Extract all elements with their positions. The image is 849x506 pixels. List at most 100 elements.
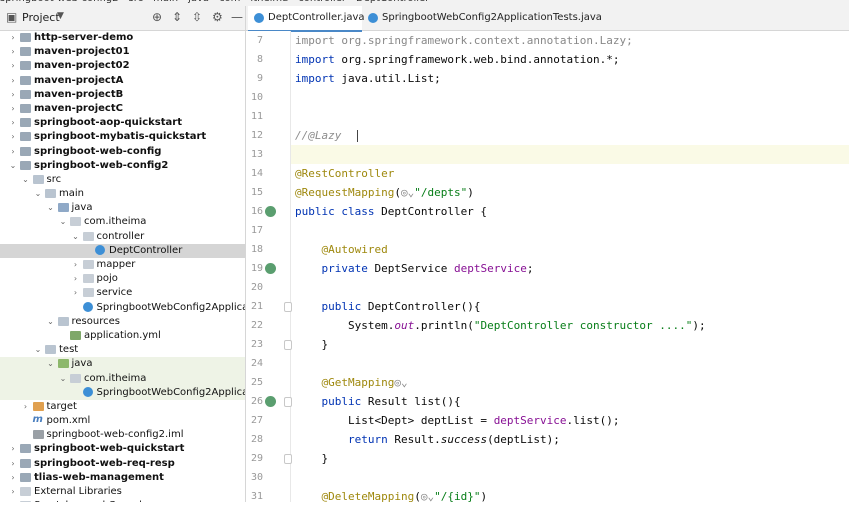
tree-item[interactable]: springboot-web-config2.iml [0,428,245,442]
chevron-right-icon[interactable]: › [8,116,18,130]
code-line[interactable] [291,278,849,297]
tree-item[interactable]: › maven-project02 [0,59,245,73]
breadcrumb-item[interactable]: springboot-web-config2 [0,0,119,4]
code-line[interactable] [291,221,849,240]
code-line[interactable] [291,145,849,164]
code-line[interactable]: } [291,335,849,354]
breadcrumb-item[interactable]: java [188,0,209,4]
tree-item[interactable]: DeptController [0,243,245,258]
tree-item[interactable]: SpringbootWebConfig2Application [0,301,245,315]
breadcrumb-item[interactable]: main [153,0,178,4]
code-line[interactable]: return Result.success(deptList); [291,430,849,449]
tree-item[interactable]: ⌄ controller [0,230,245,244]
chevron-right-icon[interactable]: › [71,272,81,286]
chevron-down-icon[interactable]: ⌄ [71,230,81,244]
tree-item[interactable]: › springboot-web-config [0,145,245,159]
tree-item[interactable]: › tlias-web-management [0,471,245,485]
breadcrumb-item[interactable]: itheima [250,0,288,4]
tree-item[interactable]: › maven-projectB [0,88,245,102]
project-panel-title[interactable]: Project [22,11,60,24]
code-line[interactable]: @DeleteMapping(◎⌄"/{id}") [291,487,849,502]
chevron-down-icon[interactable]: ▼ [57,11,64,21]
code-line[interactable] [291,107,849,126]
tree-item[interactable]: › mapper [0,258,245,272]
chevron-right-icon[interactable]: › [8,145,18,159]
tree-item[interactable]: › springboot-web-quickstart [0,442,245,456]
tree-item[interactable]: › target [0,400,245,414]
code-line[interactable]: System.out.println("DeptController const… [291,316,849,335]
tree-item[interactable]: ⌄ com.itheima [0,215,245,229]
code-line[interactable]: import org.springframework.web.bind.anno… [291,50,849,69]
chevron-right-icon[interactable]: › [8,31,18,45]
code-line[interactable]: import org.springframework.context.annot… [291,31,849,50]
code-editor[interactable]: import org.springframework.context.annot… [291,31,849,502]
tree-item[interactable]: › springboot-mybatis-quickstart [0,130,245,144]
code-line[interactable]: } [291,449,849,468]
tree-item[interactable]: ⌄ main [0,187,245,201]
collapse-all-icon[interactable]: ⇳ [192,10,202,24]
chevron-right-icon[interactable]: › [21,400,31,414]
chevron-right-icon[interactable]: › [8,442,18,456]
tree-item[interactable]: › service [0,286,245,300]
code-line[interactable]: @RequestMapping(◎⌄"/depts") [291,183,849,202]
tree-item[interactable]: › maven-projectA [0,74,245,88]
chevron-right-icon[interactable]: › [8,130,18,144]
tree-item[interactable]: application.yml [0,329,245,343]
chevron-down-icon[interactable]: ⌄ [33,343,43,357]
code-line[interactable]: List<Dept> deptList = deptService.list()… [291,411,849,430]
tree-item[interactable]: › External Libraries [0,485,245,499]
code-line[interactable] [291,354,849,373]
breadcrumb-item[interactable]: controller [298,0,346,4]
tree-item[interactable]: › maven-project01 [0,45,245,59]
tree-item[interactable]: › http-server-demo [0,31,245,45]
spring-bean-icon[interactable] [265,263,276,274]
spring-bean-icon[interactable] [265,396,276,407]
code-line[interactable]: private DeptService deptService; [291,259,849,278]
chevron-down-icon[interactable]: ⌄ [46,201,56,215]
code-line[interactable]: @RestController [291,164,849,183]
chevron-down-icon[interactable]: ⌄ [58,215,68,229]
tree-item[interactable]: SpringbootWebConfig2ApplicationT [0,385,245,400]
tree-item[interactable]: ⌄ test [0,343,245,357]
editor-tab[interactable]: DeptController.java [248,6,365,32]
gear-icon[interactable]: ⚙ [212,10,223,24]
tree-item[interactable]: › pojo [0,272,245,286]
chevron-right-icon[interactable]: › [8,74,18,88]
code-line[interactable]: @GetMapping◎⌄ [291,373,849,392]
chevron-right-icon[interactable]: › [71,286,81,300]
chevron-down-icon[interactable]: ⌄ [21,173,31,187]
tree-item[interactable]: ⌄ resources [0,315,245,329]
hide-icon[interactable]: — [231,10,243,24]
chevron-right-icon[interactable]: › [8,88,18,102]
code-line[interactable]: import java.util.List; [291,69,849,88]
chevron-right-icon[interactable]: › [8,45,18,59]
tree-item[interactable]: ⌄ springboot-web-config2 [0,159,245,173]
chevron-right-icon[interactable]: › [8,471,18,485]
code-line[interactable]: public Result list(){ [291,392,849,411]
expand-all-icon[interactable]: ⇕ [172,10,182,24]
spring-bean-icon[interactable] [265,206,276,217]
chevron-down-icon[interactable]: ⌄ [8,159,18,173]
breadcrumb-item[interactable]: DeptController [356,0,429,4]
chevron-right-icon[interactable]: › [8,59,18,73]
tree-item[interactable]: ⌄ java [0,201,245,215]
code-line[interactable]: public DeptController(){ [291,297,849,316]
chevron-right-icon[interactable]: › [71,258,81,272]
tree-item[interactable]: ⌄ com.itheima [0,371,245,386]
chevron-down-icon[interactable]: ⌄ [46,357,56,371]
chevron-right-icon[interactable]: › [8,102,18,116]
code-line[interactable] [291,468,849,487]
chevron-down-icon[interactable]: ⌄ [46,315,56,329]
tree-item[interactable]: ⌄ java [0,357,245,372]
editor-tab[interactable]: SpringbootWebConfig2ApplicationTests.jav… [362,6,602,30]
locate-icon[interactable]: ⊕ [152,10,162,24]
tree-item[interactable]: › springboot-web-req-resp [0,457,245,471]
code-line[interactable]: //@Lazy [291,126,849,145]
chevron-right-icon[interactable]: › [8,457,18,471]
tree-item[interactable]: › springboot-aop-quickstart [0,116,245,130]
breadcrumb-item[interactable]: com [219,0,240,4]
chevron-right-icon[interactable]: › [8,485,18,499]
chevron-down-icon[interactable]: ⌄ [33,187,43,201]
code-line[interactable] [291,88,849,107]
tree-item[interactable]: › maven-projectC [0,102,245,116]
